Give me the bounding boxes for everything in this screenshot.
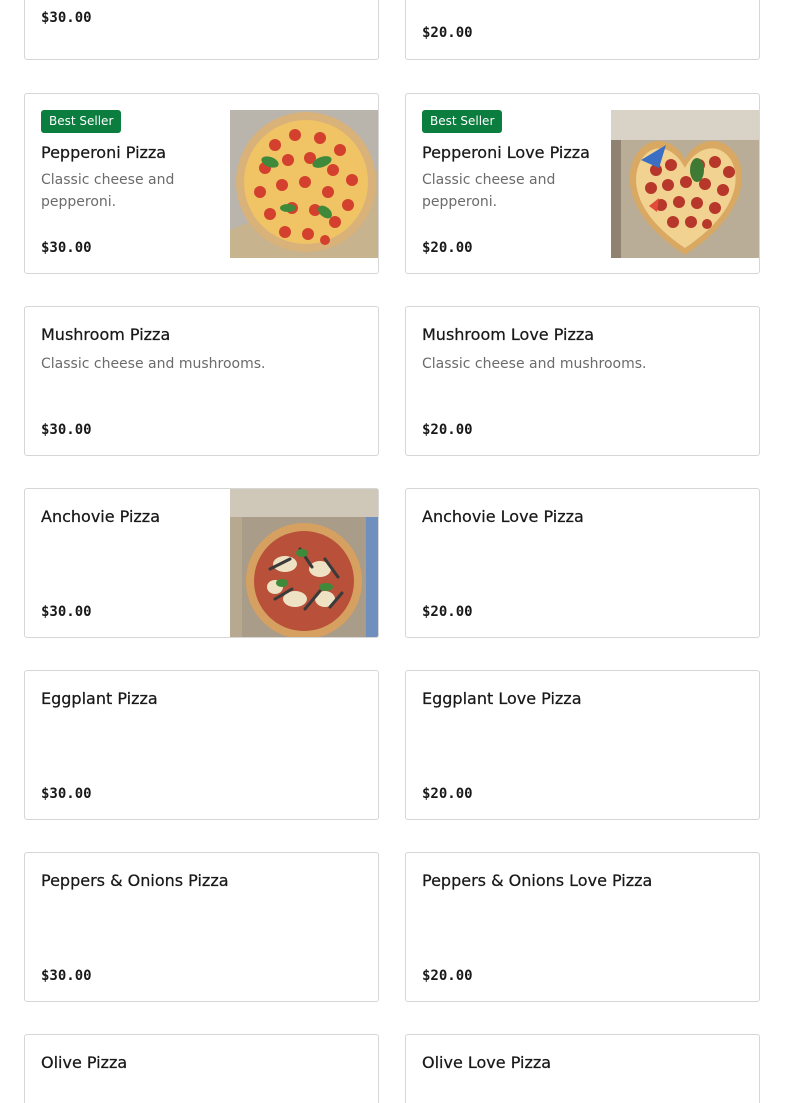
item-price: $30.00 [41,240,92,256]
menu-item-card[interactable]: $20.00 [405,0,760,60]
item-name: Anchovie Love Pizza [422,507,584,526]
item-name: Pepperoni Love Pizza [422,143,590,162]
best-seller-badge: Best Seller [41,110,122,133]
item-name: Olive Pizza [41,1053,128,1072]
menu-item-eggplant-pizza[interactable]: Eggplant Pizza $30.00 [24,670,379,820]
item-price: $20.00 [422,786,473,802]
item-price: $20.00 [422,240,473,256]
item-name: Eggplant Love Pizza [422,689,582,708]
menu-item-olive-pizza[interactable]: Olive Pizza [24,1034,379,1103]
item-description: Classic cheese and pepperoni. [41,172,175,210]
item-name: Olive Love Pizza [422,1053,552,1072]
item-price: $30.00 [41,604,92,620]
anchovie-pizza-photo [230,489,378,637]
item-name: Peppers & Onions Pizza [41,871,229,890]
menu-item-peppers-onions-pizza[interactable]: Peppers & Onions Pizza $30.00 [24,852,379,1002]
item-price: $30.00 [41,422,92,438]
item-price: $20.00 [422,25,473,41]
item-name: Peppers & Onions Love Pizza [422,871,653,890]
pepperoni-pizza-photo [230,110,378,258]
item-description: Classic cheese and mushrooms. [41,356,266,372]
item-price: $20.00 [422,968,473,984]
item-description: Classic cheese and pepperoni. [422,172,556,210]
item-price: $30.00 [41,786,92,802]
menu-item-eggplant-love-pizza[interactable]: Eggplant Love Pizza $20.00 [405,670,760,820]
menu-item-pepperoni-love-pizza[interactable]: Best Seller Pepperoni Love Pizza Classic… [405,93,760,274]
item-name: Eggplant Pizza [41,689,158,708]
item-name: Mushroom Love Pizza [422,325,595,344]
item-price: $30.00 [41,968,92,984]
item-name: Mushroom Pizza [41,325,171,344]
menu-item-mushroom-pizza[interactable]: Mushroom Pizza Classic cheese and mushro… [24,306,379,456]
item-price: $30.00 [41,10,92,26]
heart-pepperoni-pizza-photo [611,110,759,258]
item-description: Classic cheese and mushrooms. [422,356,647,372]
menu-item-card[interactable]: $30.00 [24,0,379,60]
item-price: $20.00 [422,604,473,620]
item-name: Pepperoni Pizza [41,143,167,162]
menu-item-peppers-onions-love-pizza[interactable]: Peppers & Onions Love Pizza $20.00 [405,852,760,1002]
menu-item-anchovie-pizza[interactable]: Anchovie Pizza $30.00 [24,488,379,638]
best-seller-badge: Best Seller [422,110,503,133]
item-price: $20.00 [422,422,473,438]
menu-item-olive-love-pizza[interactable]: Olive Love Pizza [405,1034,760,1103]
menu-item-mushroom-love-pizza[interactable]: Mushroom Love Pizza Classic cheese and m… [405,306,760,456]
menu-item-anchovie-love-pizza[interactable]: Anchovie Love Pizza $20.00 [405,488,760,638]
menu-item-pepperoni-pizza[interactable]: Best Seller Pepperoni Pizza Classic chee… [24,93,379,274]
item-name: Anchovie Pizza [41,507,160,526]
